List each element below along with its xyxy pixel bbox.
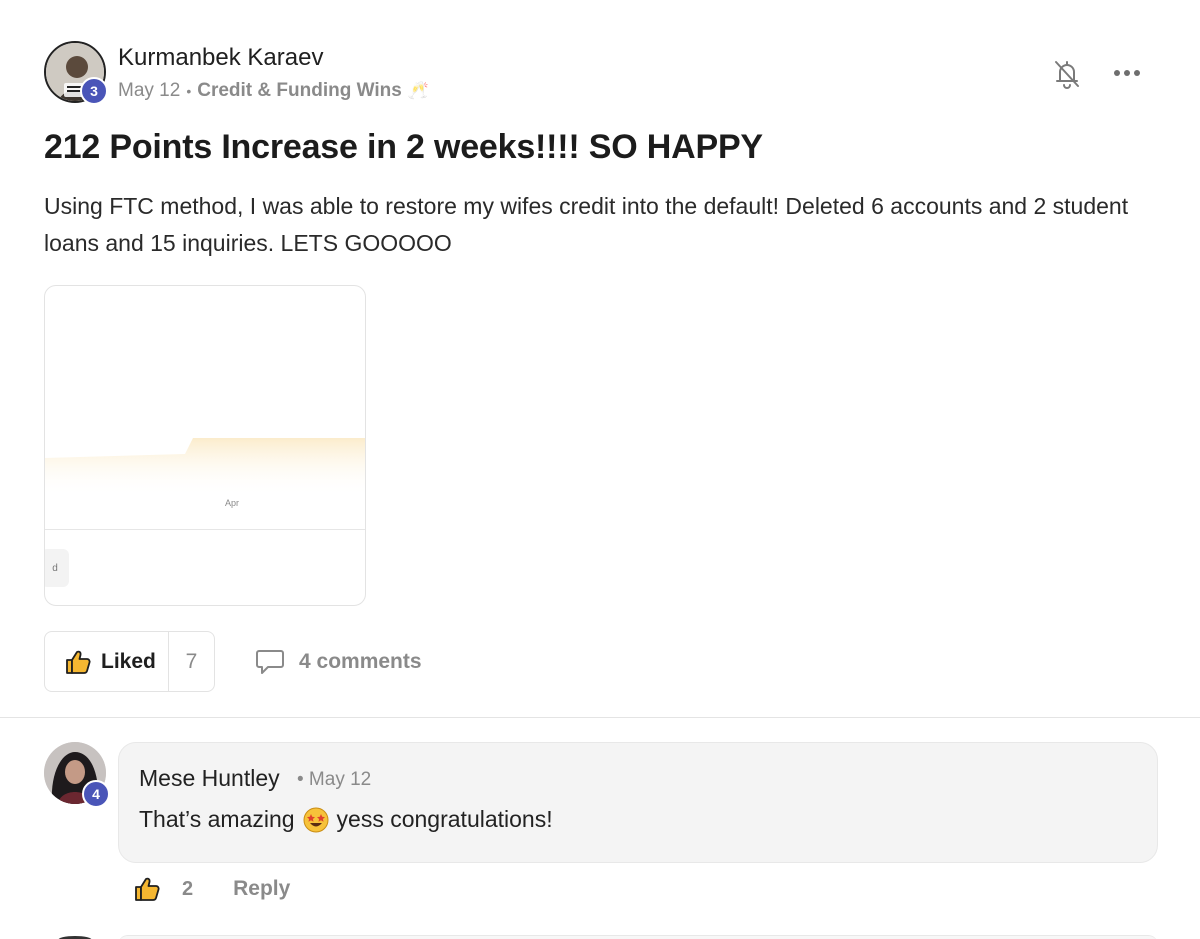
- level-badge: 3: [80, 77, 108, 105]
- liked-label: Liked: [101, 649, 156, 673]
- category-link[interactable]: Credit & Funding Wins: [197, 80, 402, 102]
- preview-pill: d: [45, 549, 69, 587]
- reply-button[interactable]: Reply: [233, 877, 290, 901]
- comment-level-badge: 4: [82, 780, 110, 808]
- comment-text-part-1: That’s amazing: [139, 806, 295, 832]
- comment-text: That’s amazing yess congratulations!: [139, 806, 553, 833]
- comment-actions: 2 Reply: [134, 876, 290, 902]
- next-comment-bubble-edge: [118, 935, 1158, 939]
- post-title: 212 Points Increase in 2 weeks!!!! SO HA…: [44, 128, 763, 166]
- bell-off-icon[interactable]: [1052, 58, 1082, 90]
- attachment-preview[interactable]: Apr d: [44, 285, 366, 606]
- comments-count-label: 4 comments: [299, 650, 422, 673]
- comments-link[interactable]: 4 comments: [255, 648, 422, 676]
- comment-thumbs-up-icon[interactable]: [134, 876, 160, 902]
- like-button[interactable]: Liked: [45, 632, 169, 691]
- author-avatar-wrap[interactable]: 3: [44, 41, 108, 105]
- meta-separator: •: [186, 83, 192, 99]
- preview-month-label: Apr: [225, 498, 239, 508]
- comment-meta: • May 12: [297, 769, 372, 790]
- comment-author[interactable]: Mese Huntley: [139, 765, 280, 792]
- preview-chart-image: Apr: [45, 438, 365, 508]
- post-meta: May 12 • Credit & Funding Wins 🥂: [118, 80, 429, 102]
- like-count[interactable]: 7: [169, 650, 214, 674]
- like-button-group: Liked 7: [44, 631, 215, 692]
- post-date: May 12: [118, 80, 181, 101]
- comment-avatar-wrap[interactable]: 4: [44, 742, 110, 808]
- comment-bubble: Mese Huntley • May 12 That’s amazing yes…: [118, 742, 1158, 863]
- post-body: Using FTC method, I was able to restore …: [44, 193, 1129, 256]
- comment-like-count[interactable]: 2: [182, 878, 193, 901]
- thumbs-up-icon: [66, 650, 91, 674]
- preview-divider: [45, 529, 365, 530]
- more-horizontal-icon[interactable]: [1112, 62, 1142, 84]
- comment-bubble-icon: [256, 650, 284, 674]
- author-name[interactable]: Kurmanbek Karaev: [118, 44, 323, 72]
- comment-text-part-2: yess congratulations!: [336, 806, 553, 832]
- section-divider: [0, 717, 1200, 718]
- category-emoji: 🥂: [407, 81, 429, 100]
- star-struck-emoji: [303, 807, 329, 832]
